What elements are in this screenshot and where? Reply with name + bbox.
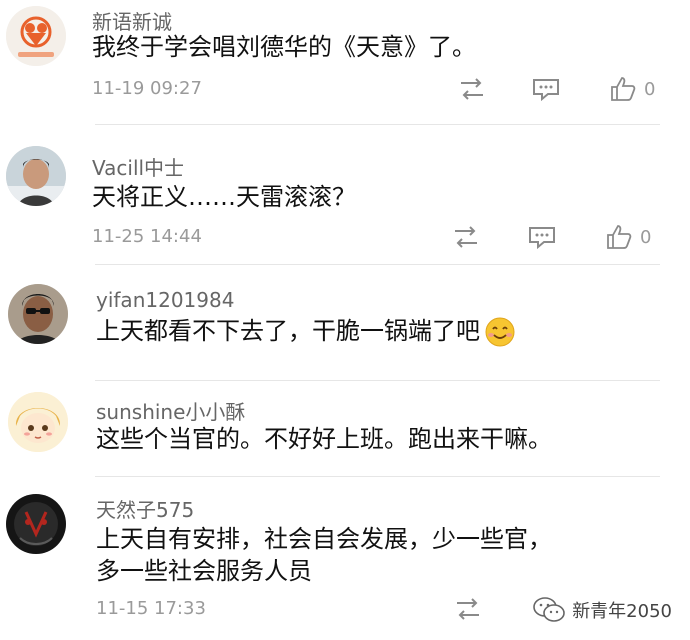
username[interactable]: 天然子575 [96, 494, 194, 523]
timestamp: 11-15 17:33 [96, 598, 206, 619]
comment-text: 天将正义……天雷滚滚？ [92, 183, 356, 211]
comment-item: sunshine小小酥 这些个当官的。不好好上班。跑出来干嘛。 [0, 390, 690, 490]
thumbs-up-icon [607, 225, 632, 249]
reply-button[interactable] [532, 74, 560, 104]
timestamp: 11-19 09:27 [92, 78, 202, 99]
comment-text: 我终于学会唱刘德华的《天意》了。 [92, 33, 476, 61]
comment-text: 上天都看不下去了，干脆一锅端了吧 [96, 314, 516, 348]
heart-logo-avatar-icon [6, 6, 66, 66]
like-count: 0 [640, 226, 652, 248]
repost-button[interactable] [458, 74, 486, 104]
username[interactable]: yifan1201984 [96, 288, 234, 312]
repost-icon [455, 226, 477, 248]
username[interactable]: Vacill中士 [92, 152, 184, 181]
smiley-emoji-icon [485, 317, 515, 347]
like-button[interactable]: 0 [606, 222, 651, 252]
wechat-icon [533, 597, 565, 622]
avatar[interactable] [6, 146, 66, 206]
avatar[interactable] [6, 6, 66, 66]
comment-item: 新语新诚 我终于学会唱刘德华的《天意》了。 11-19 09:27 0 [0, 0, 690, 125]
comment-item: Vacill中士 天将正义……天雷滚滚？ 11-25 14:44 0 [0, 140, 690, 265]
divider [95, 476, 660, 477]
man-photo-avatar-icon [6, 146, 66, 206]
divider [95, 264, 660, 265]
dark-mask-avatar-icon [6, 494, 66, 554]
comment-text-line-2: 多一些社会服务人员 [96, 557, 312, 585]
repost-button[interactable] [452, 222, 480, 252]
divider [95, 124, 660, 125]
comment-item: yifan1201984 上天都看不下去了，干脆一锅端了吧 [0, 278, 690, 383]
watermark: 新青年2050 [532, 596, 672, 624]
avatar[interactable] [8, 284, 68, 344]
comment-icon [529, 227, 555, 249]
avatar[interactable] [8, 392, 68, 452]
sunglasses-man-avatar-icon [8, 284, 68, 344]
avatar[interactable] [6, 494, 66, 554]
comment-meta: 11-25 14:44 0 [92, 222, 672, 252]
cartoon-girl-avatar-icon [8, 392, 68, 452]
comment-meta: 11-19 09:27 0 [92, 74, 672, 104]
comment-text: 这些个当官的。不好好上班。跑出来干嘛。 [96, 425, 552, 453]
comment-text-line-1: 上天自有安排，社会自会发展，少一些官， [96, 525, 552, 553]
repost-icon [461, 78, 483, 100]
watermark-text: 新青年2050 [572, 601, 672, 622]
repost-button[interactable] [454, 594, 482, 624]
thumbs-up-icon [611, 77, 636, 101]
timestamp: 11-25 14:44 [92, 226, 202, 247]
like-button[interactable]: 0 [610, 74, 655, 104]
comment-text-body: 上天都看不下去了，干脆一锅端了吧 [96, 317, 480, 345]
divider [95, 380, 660, 381]
comment-icon [533, 79, 559, 101]
username[interactable]: sunshine小小酥 [96, 396, 245, 425]
reply-button[interactable] [528, 222, 556, 252]
like-count: 0 [644, 78, 656, 100]
repost-icon [457, 598, 479, 620]
